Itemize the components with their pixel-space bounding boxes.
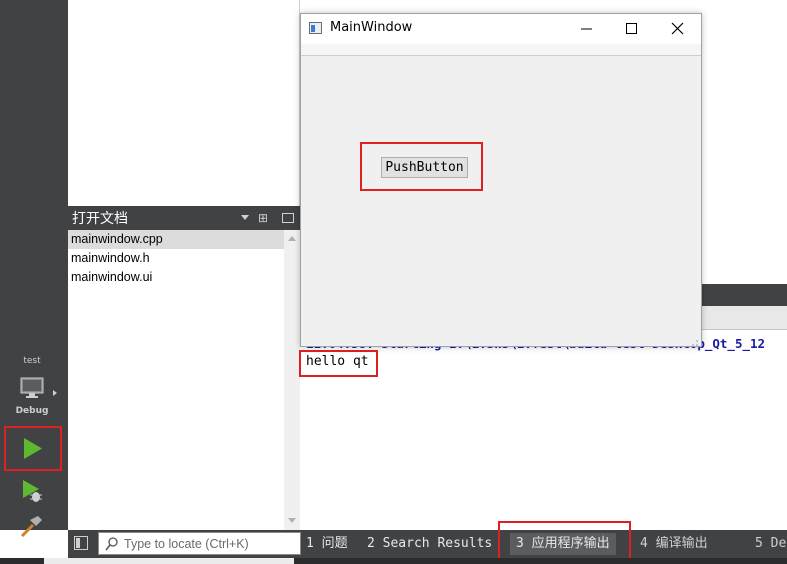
split-icon[interactable]: ⊞ (258, 211, 272, 225)
close-button[interactable] (660, 15, 696, 43)
open-documents-list: mainwindow.cpp mainwindow.h mainwindow.u… (68, 230, 284, 530)
start-debugging-button[interactable] (20, 478, 46, 504)
run-button[interactable] (4, 426, 62, 471)
open-documents-title: 打开文档 (72, 211, 128, 227)
build-mode-label: Debug (15, 406, 49, 416)
kit-name-label: test (23, 356, 41, 366)
maximize-button[interactable] (614, 15, 648, 43)
window-app-icon-detail (311, 25, 315, 32)
documents-scrollbar[interactable] (284, 230, 300, 530)
push-button[interactable]: PushButton (381, 157, 468, 178)
close-icon (671, 22, 684, 35)
close-pane-icon[interactable] (282, 213, 294, 223)
scroll-up-icon[interactable] (288, 236, 296, 241)
minimize-icon (581, 28, 592, 30)
locator-input[interactable] (124, 533, 298, 554)
document-item-mainwindow-ui[interactable]: mainwindow.ui (68, 268, 284, 287)
maximize-icon (626, 23, 637, 34)
tab-debugger-console[interactable]: 5 Debugg (755, 533, 787, 555)
size-grip-icon[interactable] (689, 334, 699, 346)
play-icon (24, 438, 42, 459)
tab-application-output[interactable]: 3 应用程序输出 (510, 533, 616, 555)
document-item-mainwindow-cpp[interactable]: mainwindow.cpp (68, 230, 284, 249)
program-output-line: hello qt (299, 350, 378, 377)
project-tree-panel (68, 0, 300, 206)
document-item-mainwindow-h[interactable]: mainwindow.h (68, 249, 284, 268)
hammer-icon (20, 516, 42, 538)
sidebar-toggle-icon (76, 538, 80, 548)
scroll-down-icon[interactable] (288, 518, 296, 523)
minimize-button[interactable] (570, 15, 604, 43)
debug-run-icon (23, 480, 42, 502)
desktop-kit-icon[interactable] (20, 376, 44, 400)
tab-issues[interactable]: 1 问题 (306, 533, 348, 555)
kit-selector-arrow-icon[interactable] (53, 390, 57, 396)
search-icon (104, 536, 120, 552)
app-menu-bar (301, 44, 701, 56)
build-button[interactable] (18, 514, 44, 540)
app-window-title: MainWindow (330, 20, 413, 35)
tab-search-results[interactable]: 2 Search Results (367, 533, 492, 555)
tab-compile-output[interactable]: 4 编译输出 (640, 533, 708, 555)
view-dropdown-icon[interactable] (241, 215, 249, 220)
taskbar-strip-segment (44, 558, 294, 564)
